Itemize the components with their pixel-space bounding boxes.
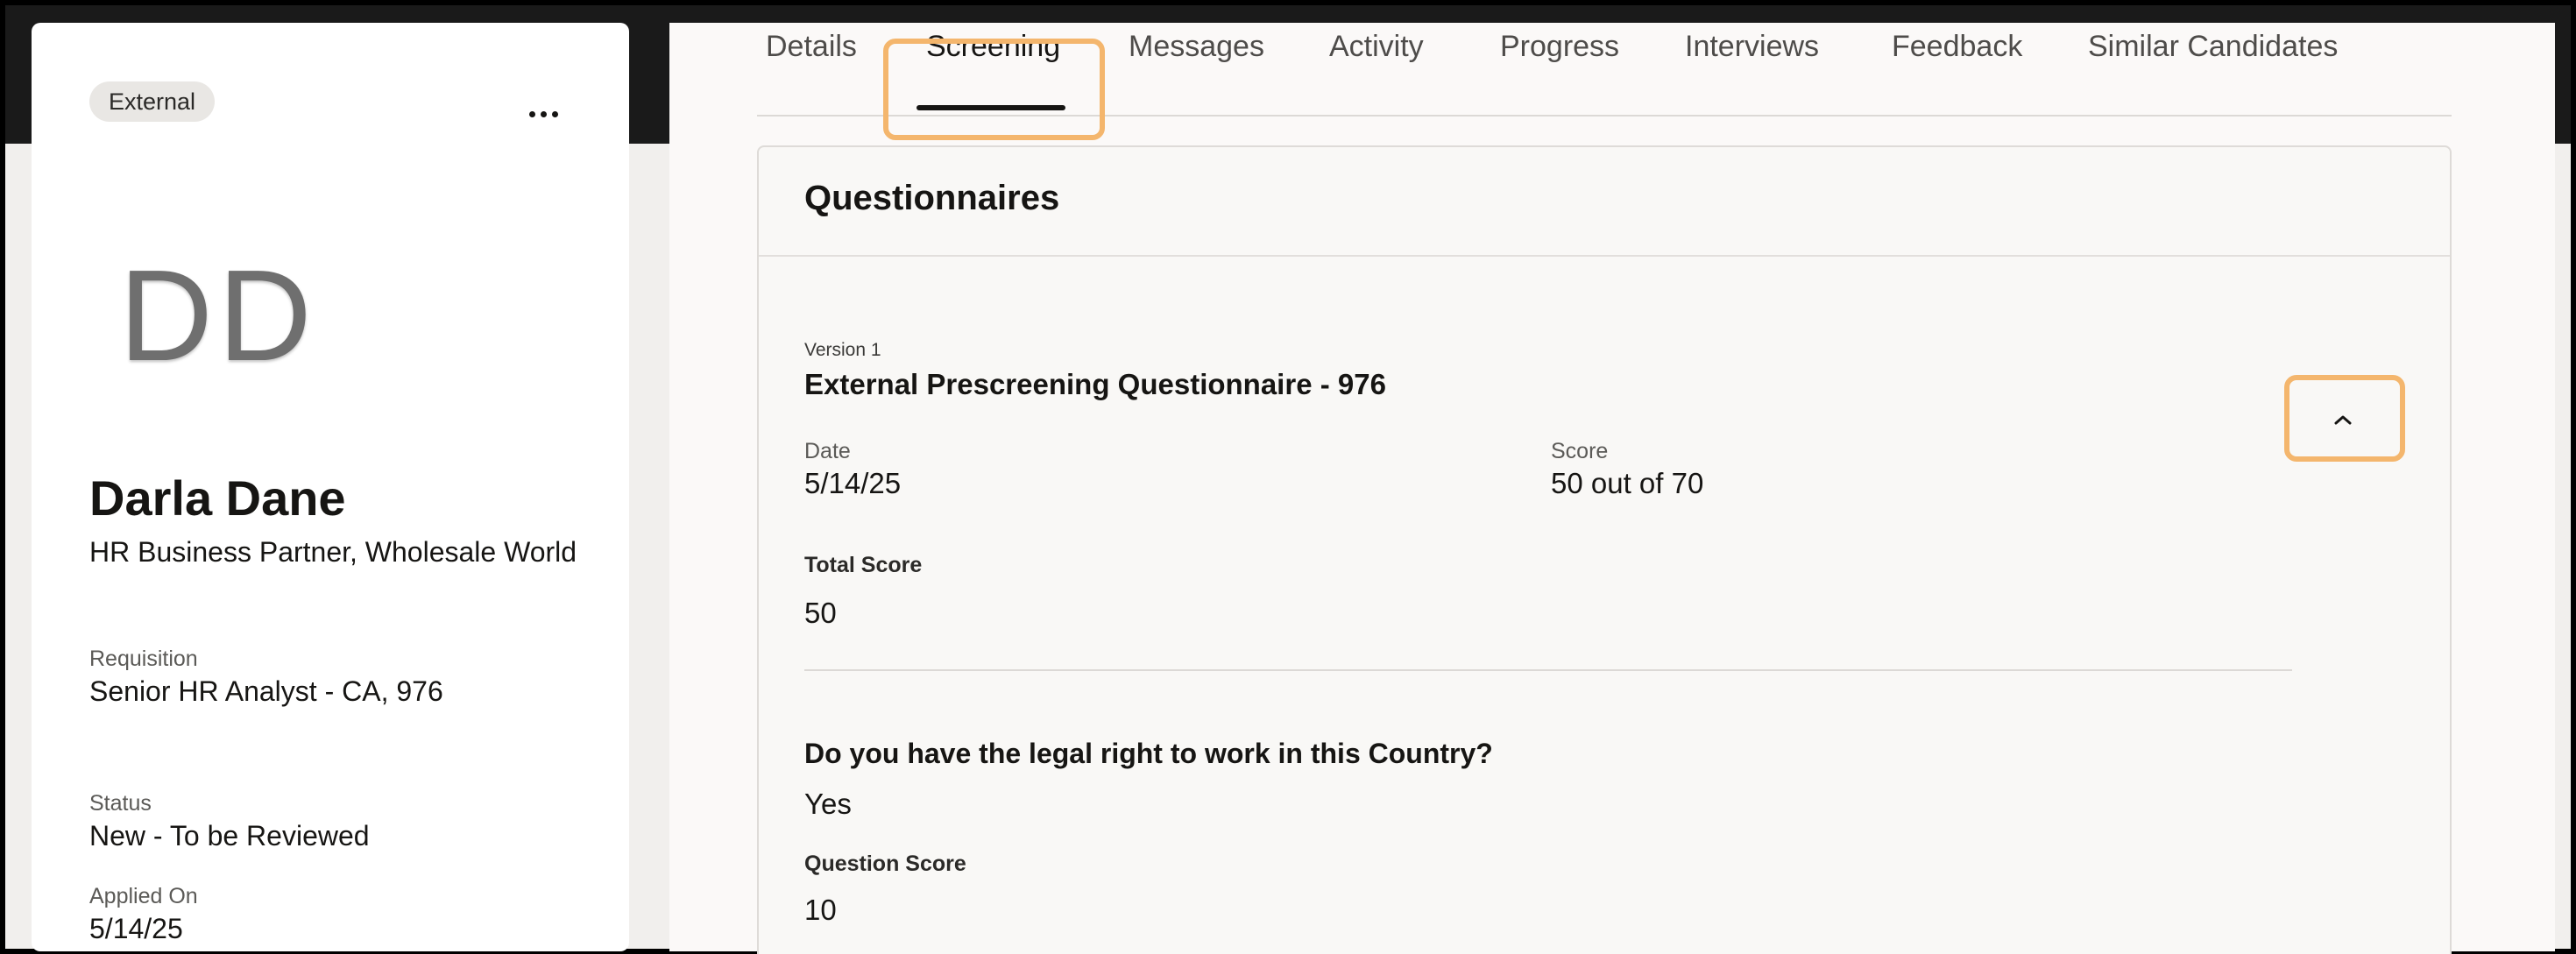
- score-value: 50 out of 70: [1551, 467, 1704, 499]
- screening-tab-highlight: [883, 39, 1105, 140]
- candidate-type-badge: External: [89, 81, 216, 122]
- avatar-initials: DD: [119, 244, 317, 388]
- dot: [540, 110, 547, 117]
- tab-progress[interactable]: Progress: [1500, 30, 1619, 64]
- dot: [551, 110, 558, 117]
- questionnaire-version: Version 1: [804, 340, 881, 360]
- card-header-divider: [759, 255, 2450, 257]
- tab-activity[interactable]: Activity: [1329, 30, 1424, 64]
- more-actions-icon[interactable]: [519, 103, 568, 124]
- applied-on-value: 5/14/25: [89, 913, 183, 944]
- dot: [528, 110, 535, 117]
- tab-details[interactable]: Details: [766, 30, 857, 64]
- question-answer: Yes: [804, 788, 852, 820]
- question-score-label: Question Score: [804, 852, 966, 876]
- date-label: Date: [804, 439, 851, 463]
- section-divider: [804, 669, 2292, 671]
- score-label: Score: [1551, 439, 1609, 463]
- date-value: 5/14/25: [804, 467, 902, 499]
- tab-feedback[interactable]: Feedback: [1892, 30, 2022, 64]
- applied-on-label: Applied On: [89, 884, 198, 908]
- questionnaires-card: [757, 145, 2452, 954]
- requisition-value: Senior HR Analyst - CA, 976: [89, 675, 443, 707]
- question-score-value: 10: [804, 894, 837, 926]
- status-value: New - To be Reviewed: [89, 820, 370, 852]
- candidate-name: Darla Dane: [89, 470, 346, 526]
- question-text: Do you have the legal right to work in t…: [804, 738, 1493, 769]
- requisition-label: Requisition: [89, 647, 198, 671]
- total-score-value: 50: [804, 597, 837, 629]
- tab-interviews[interactable]: Interviews: [1685, 30, 1819, 64]
- candidate-title: HR Business Partner, Wholesale World: [89, 536, 577, 568]
- collapse-button-highlight: [2284, 375, 2405, 462]
- candidate-profile-card: External DD Darla Dane HR Business Partn…: [32, 23, 629, 951]
- questionnaires-title: Questionnaires: [804, 179, 1060, 217]
- total-score-label: Total Score: [804, 553, 923, 577]
- tab-messages[interactable]: Messages: [1129, 30, 1264, 64]
- tab-similar-candidates[interactable]: Similar Candidates: [2088, 30, 2338, 64]
- questionnaire-name: External Prescreening Questionnaire - 97…: [804, 368, 1386, 400]
- status-label: Status: [89, 791, 152, 816]
